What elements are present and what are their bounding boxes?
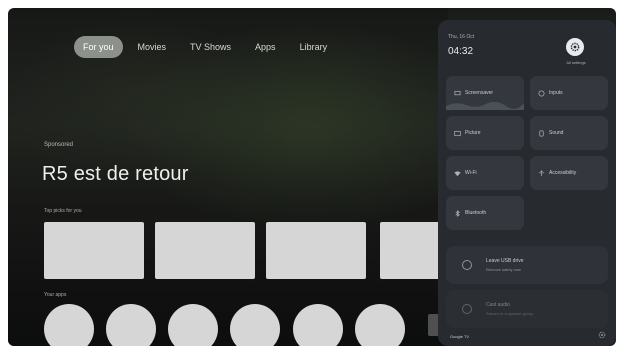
notification-usb[interactable]: Leave USB drive Remove safely now <box>446 246 608 284</box>
google-tv-label: Google TV <box>450 334 470 339</box>
settings-gear-icon[interactable] <box>598 331 606 339</box>
tile-label: Wi-Fi <box>465 170 477 176</box>
notification-title: Cast audio <box>486 302 510 308</box>
tv-screen: For you Movies TV Shows Apps Library Spo… <box>8 8 616 346</box>
notification-subtitle: Remove safely now <box>486 267 521 272</box>
cast-icon <box>462 304 472 314</box>
usb-icon <box>462 260 472 270</box>
tab-apps[interactable]: Apps <box>246 36 285 58</box>
tile-sound[interactable]: Sound <box>530 116 608 150</box>
tile-label: Picture <box>465 130 481 136</box>
tile-label: Accessibility <box>549 170 577 176</box>
app-icon[interactable] <box>44 304 94 346</box>
tile-picture[interactable]: Picture <box>446 116 524 150</box>
row-label-top-picks: Top picks for you <box>44 208 82 214</box>
content-card[interactable] <box>44 222 144 279</box>
notification-title: Leave USB drive <box>486 258 524 264</box>
row-label-your-apps: Your apps <box>44 292 67 298</box>
tile-label: Inputs <box>549 90 563 96</box>
screensaver-preview <box>446 101 524 110</box>
all-settings-button[interactable] <box>566 38 584 56</box>
sound-icon <box>539 130 544 136</box>
tile-label: Bluetooth <box>465 210 487 216</box>
app-icon[interactable] <box>293 304 343 346</box>
app-icon[interactable] <box>168 304 218 346</box>
picture-icon <box>454 130 461 136</box>
bluetooth-icon <box>455 209 460 217</box>
tile-inputs[interactable]: Inputs <box>530 76 608 110</box>
tab-library[interactable]: Library <box>291 36 337 58</box>
content-card[interactable] <box>155 222 255 279</box>
tile-accessibility[interactable]: Accessibility <box>530 156 608 190</box>
quick-settings-panel: Thu, 16 Oct 04:32 All settings Screensav… <box>438 20 616 346</box>
all-settings-label: All settings <box>566 60 586 65</box>
sponsored-label: Sponsored <box>44 142 74 148</box>
tile-screensaver[interactable]: Screensaver <box>446 76 524 110</box>
notification-cast[interactable]: Cast audio Stream to a speaker group <box>446 290 608 328</box>
tab-for-you[interactable]: For you <box>74 36 123 58</box>
panel-date: Thu, 16 Oct <box>448 34 475 40</box>
inputs-icon <box>538 90 545 96</box>
tab-movies[interactable]: Movies <box>129 36 176 58</box>
tile-bluetooth[interactable]: Bluetooth <box>446 196 524 230</box>
hero-title: R5 est de retour <box>42 163 189 185</box>
content-card[interactable] <box>266 222 366 279</box>
tab-tv-shows[interactable]: TV Shows <box>181 36 240 58</box>
tile-wifi[interactable]: Wi-Fi <box>446 156 524 190</box>
app-icon[interactable] <box>230 304 280 346</box>
top-nav: For you Movies TV Shows Apps Library <box>74 36 336 58</box>
tile-label: Sound <box>549 130 564 136</box>
gear-icon <box>570 42 580 52</box>
tile-label: Screensaver <box>465 90 494 96</box>
panel-time: 04:32 <box>448 46 474 57</box>
notification-subtitle: Stream to a speaker group <box>486 311 534 316</box>
wifi-icon <box>454 170 461 176</box>
app-icon[interactable] <box>355 304 405 346</box>
screensaver-icon <box>454 90 461 95</box>
app-icon[interactable] <box>106 304 156 346</box>
accessibility-icon <box>538 170 545 176</box>
